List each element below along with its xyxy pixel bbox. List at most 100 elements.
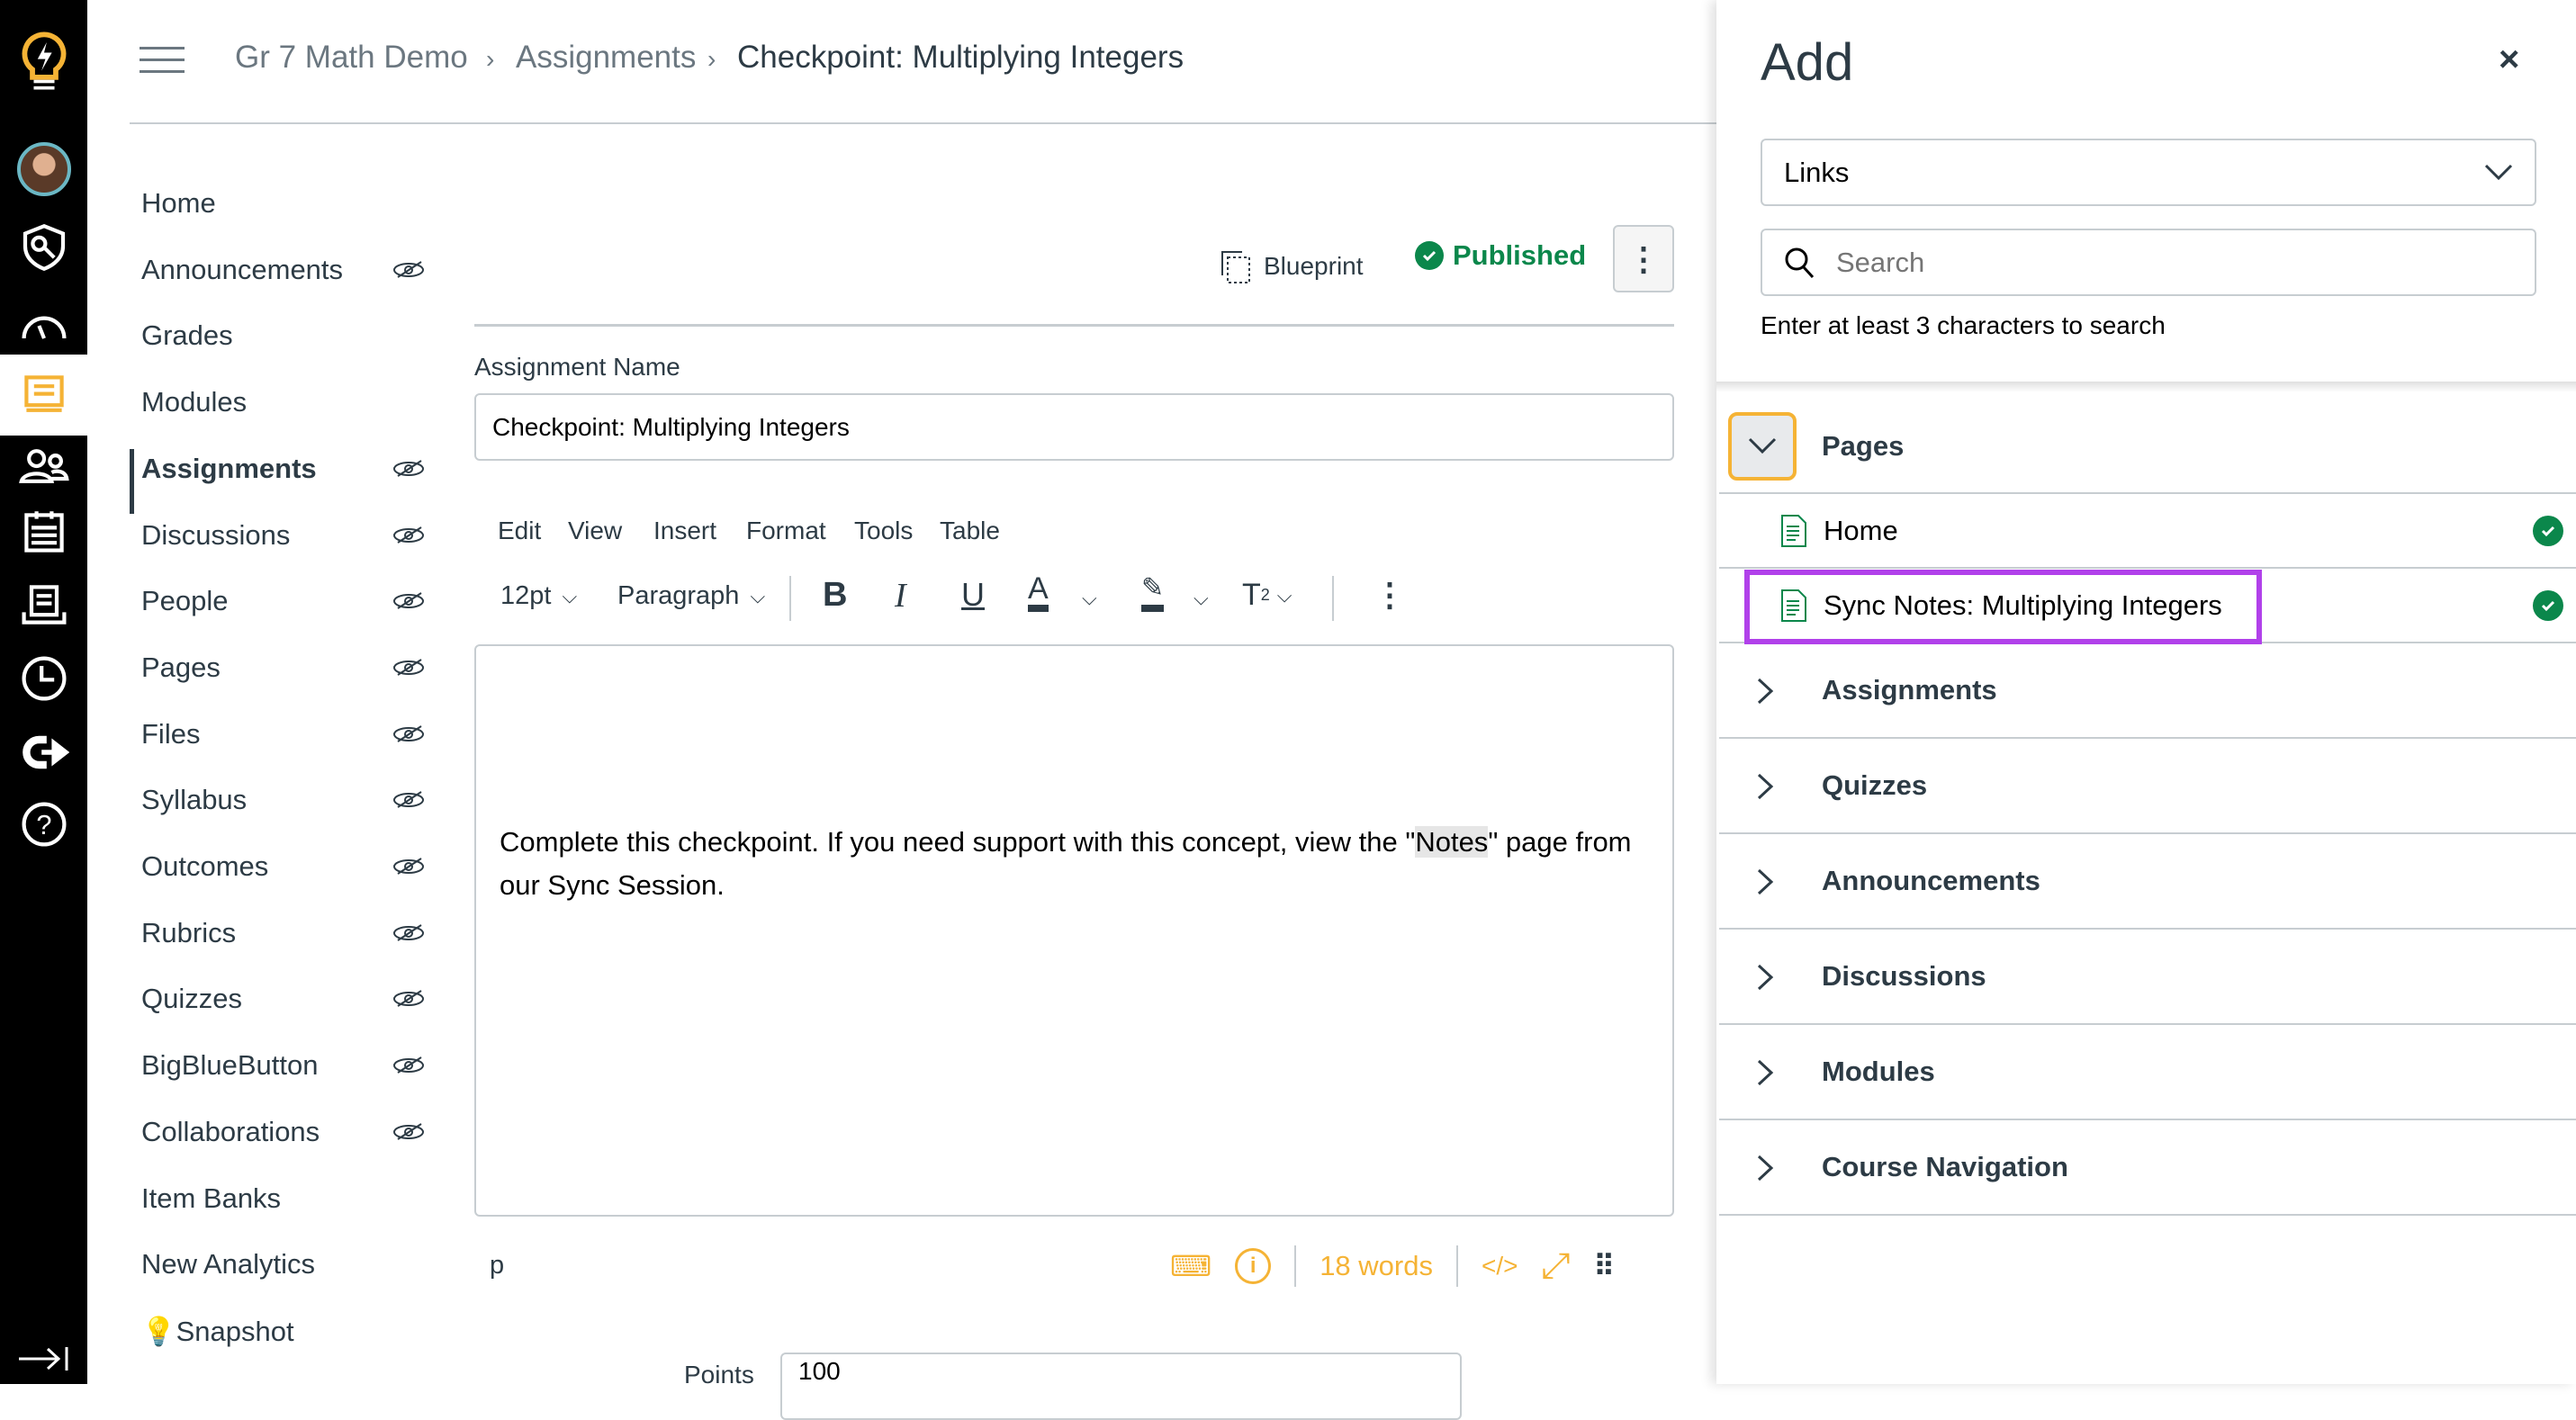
section-pages: Pages [1719,403,2576,494]
pages-collapse-button[interactable] [1728,412,1797,481]
font-size-value: 12pt [500,581,552,610]
word-count[interactable]: 18 words [1320,1250,1433,1282]
menu-item[interactable]: Table [940,517,1000,545]
section-discussions[interactable]: Discussions [1719,930,2576,1025]
bold-button[interactable]: B [823,576,847,615]
italic-button[interactable]: I [895,576,906,616]
search-input[interactable] [1836,246,2466,279]
toolbar-divider [1332,576,1334,621]
course-nav-item[interactable]: Rubrics [141,917,236,949]
hamburger-menu-button[interactable] [140,47,185,74]
more-toolbar-button[interactable]: ⋮ [1374,576,1406,614]
hidden-eye-icon [393,659,424,676]
course-nav-item[interactable]: Outcomes [141,850,268,883]
published-check-icon [2533,590,2563,621]
editor-content[interactable]: Complete this checkpoint. If you need su… [474,644,1674,1217]
font-size-dropdown[interactable]: 12pt ⌵ [500,581,577,611]
section-modules[interactable]: Modules [1719,1025,2576,1120]
published-label: Published [1453,239,1587,271]
chevron-down-icon[interactable]: ⌵ [1193,587,1209,610]
course-nav-item[interactable]: Collaborations [141,1116,320,1148]
text-color-button[interactable]: A [1028,572,1049,612]
course-nav-item[interactable]: Grades [141,319,233,352]
html-editor-toggle[interactable]: </> [1482,1252,1518,1281]
breadcrumb-assignments[interactable]: Assignments [516,40,696,76]
course-nav-item[interactable]: Item Banks [141,1182,281,1215]
element-path[interactable]: p [490,1251,504,1281]
chevron-right-icon [1757,773,1774,800]
points-input[interactable] [780,1353,1462,1420]
blueprint-label: Blueprint [1264,252,1364,280]
blueprint-button[interactable]: Blueprint [1219,248,1364,284]
published-status[interactable]: Published [1415,239,1586,272]
course-nav-item[interactable]: BigBlueButton [141,1049,318,1082]
course-nav-label: Modules [141,386,248,418]
breadcrumb-separator: › [486,45,495,73]
section-assignments[interactable]: Assignments [1719,643,2576,739]
fullscreen-icon[interactable]: ⤢ [1541,1246,1570,1287]
inbox-icon[interactable] [0,569,87,641]
chevron-right-icon [1757,868,1774,895]
highlight-box [1744,570,2262,644]
course-nav-item[interactable]: 💡Snapshot [141,1315,294,1348]
course-nav-item[interactable]: New Analytics [141,1248,315,1281]
content-type-select[interactable]: Links [1761,139,2536,206]
course-nav-label: New Analytics [141,1248,315,1281]
page-link[interactable]: Home [1780,514,1898,548]
underline-button[interactable]: U [961,576,985,614]
help-icon[interactable]: ? [0,788,87,860]
content-type-value: Links [1784,156,1850,188]
history-icon[interactable] [0,643,87,714]
close-icon[interactable]: × [2499,40,2519,80]
course-nav-item[interactable]: Modules [141,386,247,418]
course-nav-item[interactable]: Quizzes [141,983,242,1015]
section-label: Modules [1822,1056,1935,1087]
course-nav-item[interactable]: Syllabus [141,784,247,816]
commons-icon[interactable] [0,716,87,788]
editor-statusbar: ⌨ i 18 words </> ⤢ ⠿ [1170,1245,1615,1287]
admin-icon[interactable] [0,211,87,283]
logo-icon[interactable] [0,18,87,108]
course-nav-item[interactable]: Pages [141,652,221,684]
collapse-nav-icon[interactable] [0,1323,87,1395]
block-format-dropdown[interactable]: Paragraph ⌵ [617,581,765,611]
dashboard-icon[interactable] [0,290,87,362]
superscript-button[interactable]: T 2 ⌵ [1242,578,1292,613]
keyboard-shortcuts-icon[interactable]: ⌨ [1170,1249,1211,1283]
course-nav-item[interactable]: Files [141,718,200,750]
menu-item[interactable]: View [568,517,622,545]
breadcrumb-current: Checkpoint: Multiplying Integers [737,40,1184,75]
menu-item[interactable]: Edit [498,517,541,545]
courses-icon[interactable] [0,355,87,436]
groups-icon[interactable] [0,430,87,502]
menu-item[interactable]: Tools [854,517,913,545]
breadcrumb-course[interactable]: Gr 7 Math Demo [235,40,468,76]
account-avatar[interactable] [0,133,87,205]
hidden-eye-icon [393,858,424,875]
notes-highlight: Notes [1415,826,1489,858]
course-nav-item[interactable]: Home [141,187,216,220]
more-options-button[interactable]: ⋮ [1613,225,1674,292]
course-nav-item[interactable]: Assignments [141,453,317,485]
chevron-right-icon [1757,678,1774,705]
course-nav-item[interactable]: People [141,585,229,617]
header-divider [130,122,1716,124]
assignment-name-input[interactable] [474,393,1674,461]
resize-handle-icon[interactable]: ⠿ [1593,1249,1614,1283]
hidden-eye-icon [393,791,424,809]
menu-item[interactable]: Insert [653,517,716,545]
menu-item[interactable]: Format [746,517,826,545]
chevron-down-icon[interactable]: ⌵ [1082,587,1097,610]
points-label: Points [684,1361,754,1389]
calendar-icon[interactable] [0,497,87,569]
highlight-color-button[interactable]: ✎ [1141,572,1165,612]
section-course-navigation[interactable]: Course Navigation [1719,1120,2576,1216]
course-nav-item[interactable]: Discussions [141,519,290,552]
assignment-name-label: Assignment Name [474,353,680,381]
course-nav-item[interactable]: Announcements [141,254,343,286]
section-announcements[interactable]: Announcements [1719,834,2576,930]
hidden-eye-icon [393,990,424,1008]
section-quizzes[interactable]: Quizzes [1719,739,2576,834]
accessibility-checker-icon[interactable]: i [1235,1248,1272,1284]
search-field[interactable] [1761,229,2536,296]
